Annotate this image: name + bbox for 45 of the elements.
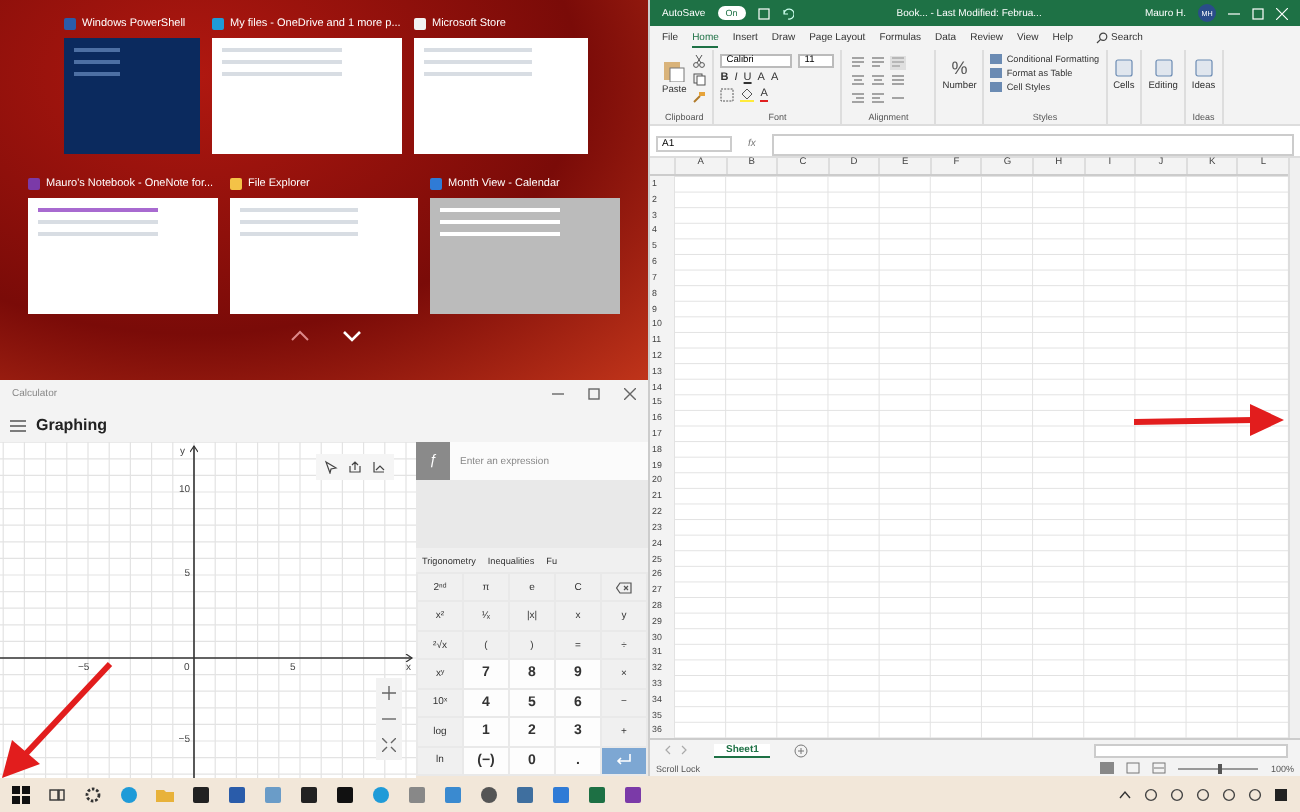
gear-icon[interactable] [84,785,102,803]
zoom-out-icon[interactable] [382,712,396,726]
square-icon [1193,58,1214,78]
search-icon [1095,32,1108,44]
graph-grid[interactable] [0,442,416,778]
zoom-in-icon[interactable] [382,686,396,700]
clipboard-icon [662,58,687,82]
vertical-scrollbar[interactable] [1288,158,1300,738]
caret-up-icon[interactable] [1118,787,1132,801]
square-icon [1153,58,1174,78]
close-icon[interactable] [624,388,636,400]
fit-icon[interactable] [382,738,396,752]
window-thumbnail[interactable] [64,38,200,154]
minimize-icon[interactable] [1228,7,1240,19]
backspace-key[interactable] [602,574,646,601]
enter-icon [616,754,632,767]
copy-icon[interactable] [692,72,707,86]
backspace-icon [616,581,632,594]
maximize-icon[interactable] [588,388,600,400]
minimize-icon[interactable] [552,388,564,400]
square-icon [1113,58,1134,78]
task-view-icon[interactable] [48,785,66,803]
window-thumbnail[interactable] [414,38,588,154]
undo-icon[interactable] [781,7,794,19]
cursor-icon[interactable] [324,460,338,474]
save-icon[interactable] [757,7,770,19]
horizontal-scrollbar[interactable] [1094,743,1288,757]
fill-color-icon[interactable] [740,88,755,102]
brush-icon[interactable] [692,90,707,104]
share-icon[interactable] [348,460,362,474]
cell-grid[interactable] [674,176,1288,738]
add-sheet-icon[interactable] [794,743,809,757]
chevron-up-icon[interactable] [290,330,310,342]
window-thumbnail[interactable] [212,38,402,154]
window-thumbnail[interactable] [28,198,218,314]
border-icon[interactable] [720,88,735,102]
settings-icon[interactable] [372,460,386,474]
windows-logo-icon[interactable] [12,785,30,803]
window-thumbnail[interactable] [230,198,418,314]
menu-icon[interactable] [10,419,26,431]
window-thumbnail[interactable] [430,198,620,314]
chevron-down-icon[interactable] [342,330,362,342]
scissors-icon[interactable] [692,54,707,68]
mode-title: Graphing [36,416,108,434]
normal-view-icon[interactable] [1100,762,1115,774]
